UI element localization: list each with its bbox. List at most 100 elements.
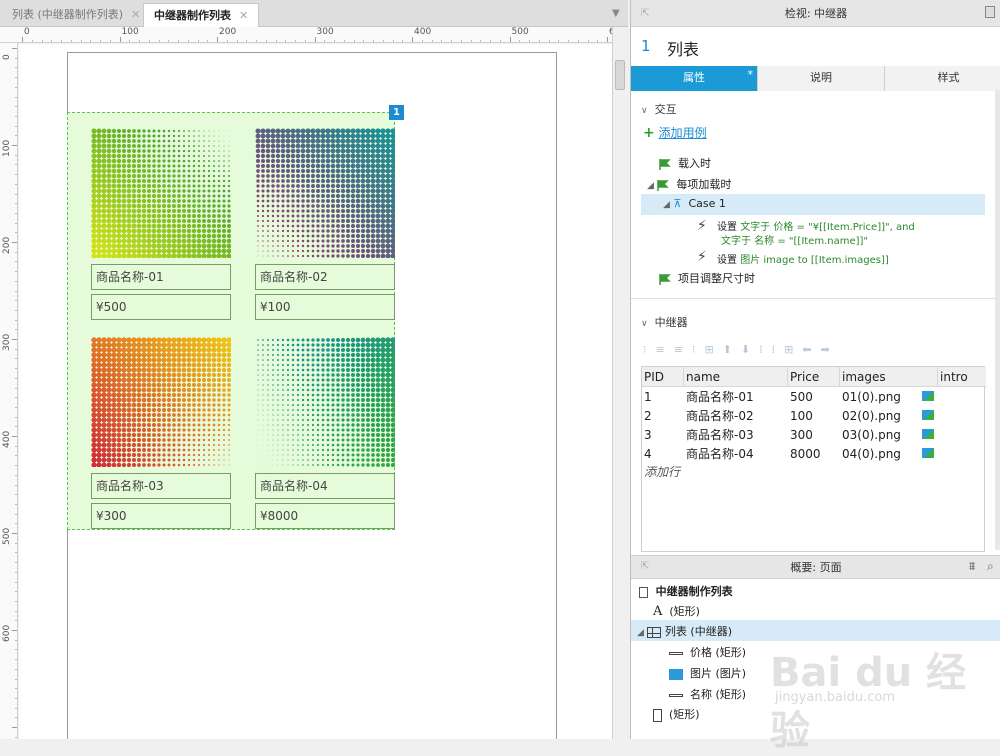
table-cell[interactable]: 8000 <box>788 445 840 464</box>
product-name-field[interactable]: 商品名称-01 <box>91 264 231 290</box>
expand-triangle-icon[interactable]: ◢ <box>637 628 644 638</box>
add-case-button[interactable]: + 添加用例 <box>643 124 707 141</box>
inspector-tabs: 属性* 说明 样式 <box>631 66 1000 91</box>
outline-item-repeater[interactable]: ◢ 列表 (中继器) <box>637 623 732 639</box>
tab-list-repeater[interactable]: 列表 (中继器制作列表)✕ <box>2 3 150 27</box>
outline-item[interactable]: 图片 (图片) <box>669 665 746 681</box>
table-cell[interactable]: 2 <box>642 407 684 426</box>
move-down-icon[interactable]: ⬇ <box>741 343 759 356</box>
widget-name[interactable]: 列表 <box>667 36 699 60</box>
move-left-icon[interactable]: ⬅ <box>802 343 820 356</box>
product-image[interactable] <box>255 337 395 467</box>
action-set-image[interactable]: 设置 图片 image to [[Item.images]] <box>717 251 889 266</box>
add-row-button[interactable]: 添加行 <box>642 463 680 482</box>
product-image[interactable] <box>91 337 231 467</box>
filter-icon[interactable]: ⩩ <box>969 559 975 574</box>
table-cell[interactable]: 02(0).png <box>840 407 920 426</box>
expand-triangle-icon[interactable]: ◢ <box>663 200 670 210</box>
panel-scrollbar[interactable] <box>995 90 1000 550</box>
close-icon[interactable]: ✕ <box>239 9 248 22</box>
table-cell[interactable]: 4 <box>642 445 684 464</box>
move-right-icon[interactable]: ➡ <box>821 343 839 356</box>
ruler-label: 500 <box>512 27 529 37</box>
collapse-icon[interactable]: ⇱ <box>641 561 649 572</box>
ruler-tick <box>15 649 18 650</box>
tab-notes[interactable]: 说明 <box>758 66 885 91</box>
outline-item[interactable]: A (矩形) <box>653 603 700 619</box>
table-cell[interactable]: 100 <box>788 407 840 426</box>
outline-item[interactable]: 价格 (矩形) <box>669 644 746 660</box>
column-header-name[interactable]: name <box>684 367 788 387</box>
canvas-scrollbar[interactable] <box>612 27 628 739</box>
move-up-icon[interactable]: ⬆ <box>723 343 741 356</box>
insert-row-below-icon[interactable]: ≡⁝ <box>674 343 705 356</box>
insert-column-right-icon[interactable]: ⁞ <box>772 343 785 356</box>
scrollbar-thumb[interactable] <box>615 60 625 90</box>
close-icon[interactable]: ✕ <box>131 8 140 21</box>
ruler-tick <box>15 514 18 515</box>
outline-item[interactable]: 名称 (矩形) <box>669 686 746 702</box>
repeater-section-header[interactable]: ∨ 中继器 <box>641 314 688 330</box>
collapse-icon[interactable]: ⇱ <box>641 8 649 19</box>
action-set-text[interactable]: 设置 文字于 价格 = "¥[[Item.Price]]", and <box>717 218 915 233</box>
ruler-tick <box>285 40 286 43</box>
image-icon[interactable] <box>922 429 934 439</box>
product-price-field[interactable]: ¥500 <box>91 294 231 320</box>
product-price-field[interactable]: ¥8000 <box>255 503 395 529</box>
table-cell[interactable]: 01(0).png <box>840 388 920 407</box>
tab-dropdown-icon[interactable]: ▼ <box>612 8 620 19</box>
table-cell[interactable]: 商品名称-03 <box>684 426 788 445</box>
column-header-pid[interactable]: PID <box>642 367 684 387</box>
product-name-field[interactable]: 商品名称-04 <box>255 473 395 499</box>
repeater-dataset-table[interactable]: PID name Price images intro 1商品名称-015000… <box>641 366 985 552</box>
ruler-tick <box>471 40 472 43</box>
ruler-tick <box>139 40 140 43</box>
event-per-item[interactable]: ◢ 每项加载时 <box>647 176 731 192</box>
table-cell[interactable]: 1 <box>642 388 684 407</box>
page-icon <box>639 587 648 598</box>
text-icon: A <box>653 604 662 619</box>
table-cell[interactable]: 04(0).png <box>840 445 920 464</box>
event-on-resize[interactable]: 项目调整尺寸时 <box>659 270 755 286</box>
insert-row-above-icon[interactable]: ⁝≡ <box>643 343 674 356</box>
outline-item[interactable]: (矩形) <box>653 706 700 722</box>
delete-row-icon[interactable]: ⊞ <box>704 343 722 356</box>
product-price-field[interactable]: ¥300 <box>91 503 231 529</box>
product-name-field[interactable]: 商品名称-03 <box>91 473 231 499</box>
product-name-field[interactable]: 商品名称-02 <box>255 264 395 290</box>
interaction-section-header[interactable]: ∨ 交互 <box>641 101 677 117</box>
ruler-tick <box>15 164 18 165</box>
table-cell[interactable]: 商品名称-01 <box>684 388 788 407</box>
design-canvas[interactable]: 1 商品名称-01 ¥500 商品名称-02 ¥100 商品名称-03 ¥300… <box>19 44 612 739</box>
column-header-intro[interactable]: intro <box>938 367 986 387</box>
expand-triangle-icon[interactable]: ◢ <box>647 181 654 191</box>
image-icon[interactable] <box>922 391 934 401</box>
ruler-tick <box>15 708 18 709</box>
outline-page[interactable]: 中继器制作列表 <box>639 583 733 599</box>
delete-column-icon[interactable]: ⊞ <box>784 343 802 356</box>
table-cell[interactable]: 3 <box>642 426 684 445</box>
table-cell[interactable]: 300 <box>788 426 840 445</box>
tab-repeater-page[interactable]: 中继器制作列表✕ <box>143 3 259 27</box>
product-image[interactable] <box>255 128 395 258</box>
repeater-toolbar[interactable]: ⁝≡≡⁝⊞⬆⬇⁞⁞⊞⬅➡ <box>643 343 839 356</box>
case-1[interactable]: ◢ ⊼ Case 1 <box>663 197 726 210</box>
product-price-field[interactable]: ¥100 <box>255 294 395 320</box>
insert-column-left-icon[interactable]: ⁞ <box>759 343 772 356</box>
tab-properties[interactable]: 属性* <box>631 66 758 91</box>
event-onload[interactable]: 载入时 <box>659 155 711 171</box>
panel-toggle-icon[interactable] <box>985 6 995 18</box>
table-cell[interactable]: 500 <box>788 388 840 407</box>
search-icon[interactable]: ⌕ <box>987 559 994 574</box>
column-header-price[interactable]: Price <box>788 367 840 387</box>
ruler-tick <box>100 40 101 43</box>
tab-style[interactable]: 样式 <box>885 66 1000 91</box>
product-image[interactable] <box>91 128 231 258</box>
column-header-images[interactable]: images <box>840 367 938 387</box>
table-cell[interactable]: 商品名称-04 <box>684 445 788 464</box>
ruler-tick <box>15 368 18 369</box>
table-cell[interactable]: 商品名称-02 <box>684 407 788 426</box>
image-icon[interactable] <box>922 448 934 458</box>
image-icon[interactable] <box>922 410 934 420</box>
table-cell[interactable]: 03(0).png <box>840 426 920 445</box>
